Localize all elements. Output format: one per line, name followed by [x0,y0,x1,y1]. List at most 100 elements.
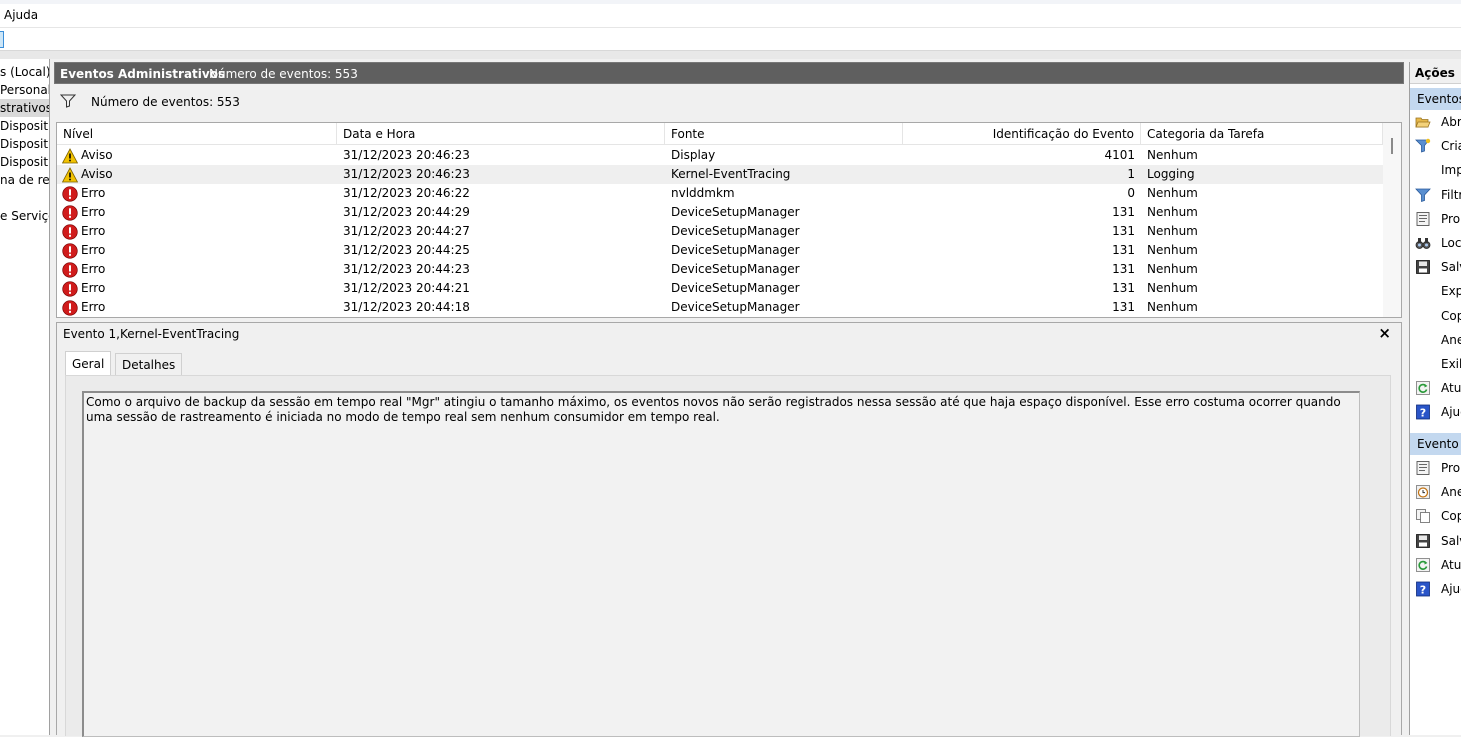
toolbar [0,27,1461,51]
warning-icon [61,167,79,183]
tab-general[interactable]: Geral [65,351,112,376]
center-pane: Eventos Administrativos Número de evento… [54,62,1404,737]
cell-event-id: 1 [1127,167,1135,181]
console-tree[interactable]: s (Local) Personali strativos Dispositiv… [0,59,50,735]
cell-event-id: 131 [1112,262,1135,276]
help-icon: ? [1415,581,1431,597]
save-icon [1415,259,1431,275]
cell-date: 31/12/2023 20:44:18 [343,300,470,314]
action-item[interactable]: Exib [1410,353,1461,375]
error-icon [62,224,78,240]
tree-item-device-2[interactable]: Dispositiv [0,135,49,153]
action-label: Loc [1441,236,1461,250]
action-label: Ane [1441,332,1461,347]
cell-source: DeviceSetupManager [671,205,800,219]
warning-icon [61,148,79,164]
menu-help[interactable]: Ajuda [4,8,38,22]
tree-item-device-3[interactable]: Dispositiv [0,153,49,171]
properties-icon [1415,211,1431,227]
cell-date: 31/12/2023 20:46:23 [343,167,470,181]
table-row[interactable]: Erro 31/12/2023 20:44:27 DeviceSetupManage… [57,222,1383,241]
close-icon[interactable]: × [1378,324,1391,342]
action-item[interactable]: Loc [1410,232,1461,254]
action-item[interactable]: Salv [1410,256,1461,278]
copy-icon [1415,508,1431,524]
error-icon [62,186,78,202]
cell-level: Erro [81,224,106,238]
column-category[interactable]: Categoria da Tarefa [1141,123,1383,145]
tree-item-services[interactable]: e Serviço [0,207,49,225]
action-item[interactable]: Abr [1410,111,1461,133]
column-source[interactable]: Fonte [665,123,903,145]
actions-section-event-1[interactable]: Evento 1 [1410,433,1461,455]
table-scrollbar[interactable] [1383,123,1401,317]
action-item[interactable]: Prop [1410,208,1461,230]
cell-source: Display [671,148,716,162]
action-label: Imp [1441,163,1461,178]
action-item[interactable]: Ane [1410,481,1461,503]
actions-section-events[interactable]: Eventos [1410,88,1461,110]
cell-category: Nenhum [1147,300,1198,314]
action-item[interactable]: Exp [1410,280,1461,302]
cell-event-id: 131 [1112,243,1135,257]
tab-details[interactable]: Detalhes [115,353,183,375]
column-level[interactable]: Nível [57,123,337,145]
tree-item-admin-events[interactable]: strativos [0,99,49,117]
event-description[interactable]: Como o arquivo de backup da sessão em te… [82,391,1360,737]
action-item[interactable]: Cop [1410,505,1461,527]
action-item[interactable]: Prop [1410,457,1461,479]
tree-item-local[interactable]: s (Local) [0,63,49,81]
action-item[interactable]: Imp [1410,159,1461,181]
action-item[interactable]: Cria [1410,135,1461,157]
action-item[interactable]: ? Ajud [1410,401,1461,423]
action-label: Ane [1441,485,1461,500]
cell-level: Erro [81,281,106,295]
action-item[interactable]: Cop [1410,305,1461,327]
error-icon [62,205,78,221]
table-row[interactable]: Aviso 31/12/2023 20:46:23 Display 4101 Nenhu… [57,146,1383,165]
tree-item-device-1[interactable]: Dispositiv [0,117,49,135]
refresh-icon [1415,380,1431,396]
tree-item-system[interactable]: na de res [0,171,49,189]
table-row[interactable]: Erro 31/12/2023 20:44:25 DeviceSetupManage… [57,241,1383,260]
binoculars-icon [1415,235,1431,251]
action-item[interactable]: ? Ajud [1410,578,1461,600]
cell-source: DeviceSetupManager [671,262,800,276]
action-label: Ajud [1441,405,1461,420]
events-table[interactable]: Nível Data e Hora Fonte Identificação do… [56,122,1402,318]
view-event-count: Número de eventos: 553 [209,67,358,81]
action-item[interactable]: Salv [1410,530,1461,552]
action-label: Atu [1441,381,1461,396]
table-row[interactable]: Aviso 31/12/2023 20:46:23 Kernel-EventTrac… [57,165,1383,184]
table-row[interactable]: Erro 31/12/2023 20:44:21 DeviceSetupManage… [57,279,1383,298]
table-row[interactable]: Erro 31/12/2023 20:44:29 DeviceSetupManage… [57,203,1383,222]
filter-bar: Número de eventos: 553 [54,86,1404,116]
action-item[interactable]: Atu [1410,377,1461,399]
funnel-create-icon [1415,138,1431,154]
action-label: Abr [1441,115,1461,129]
cell-level: Aviso [81,148,113,162]
action-item[interactable]: Atu [1410,554,1461,576]
column-date[interactable]: Data e Hora [337,123,665,145]
action-item[interactable]: Ane [1410,329,1461,351]
cell-category: Nenhum [1147,186,1198,200]
scrollbar-thumb[interactable] [1391,138,1393,154]
cell-category: Nenhum [1147,205,1198,219]
cell-category: Nenhum [1147,148,1198,162]
action-item[interactable]: Filtr [1410,184,1461,206]
cell-event-id: 4101 [1104,148,1135,162]
toolbar-back-button[interactable] [0,31,4,48]
refresh-icon [1415,557,1431,573]
event-detail-pane: Evento 1,Kernel-EventTracing × Geral Det… [56,322,1402,737]
filter-icon [1415,187,1431,203]
table-row[interactable]: Erro 31/12/2023 20:44:23 DeviceSetupManage… [57,260,1383,279]
table-row[interactable]: Erro 31/12/2023 20:44:18 DeviceSetupManage… [57,298,1383,317]
table-row[interactable]: Erro 31/12/2023 20:46:22 nvlddmkm 0 Nenhum [57,184,1383,203]
cell-level: Erro [81,186,106,200]
tree-item-custom-views[interactable]: Personali [0,81,49,99]
cell-event-id: 131 [1112,224,1135,238]
error-icon [62,281,78,297]
action-label: Cria [1441,139,1461,154]
cell-level: Erro [81,243,106,257]
column-event-id[interactable]: Identificação do Evento [903,123,1141,145]
